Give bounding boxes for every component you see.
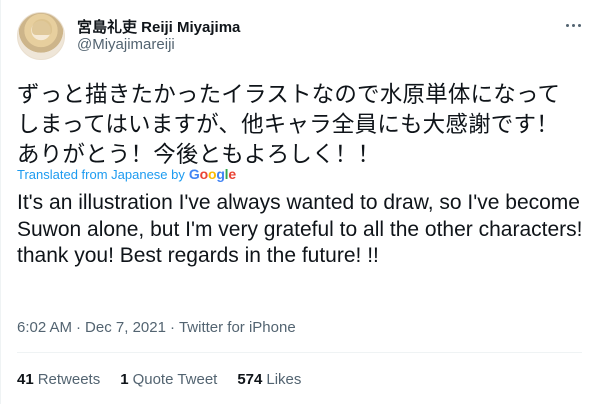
divider	[17, 352, 582, 353]
tweet-stats: 41 Retweets 1 Quote Tweet 574 Likes	[17, 371, 301, 388]
google-logo-letter: e	[228, 166, 236, 182]
avatar[interactable]	[17, 12, 65, 60]
retweets-label: Retweets	[37, 371, 101, 388]
tweet-translation: It's an illustration I've always wanted …	[17, 191, 583, 267]
separator: ·	[169, 319, 175, 336]
google-logo-letter: o	[199, 166, 209, 182]
quote-tweets-stat[interactable]: 1 Quote Tweet	[120, 371, 217, 388]
separator: ·	[76, 319, 82, 336]
more-options-icon[interactable]	[562, 16, 584, 34]
retweets-stat[interactable]: 41 Retweets	[17, 371, 100, 388]
translated-label[interactable]: Translated from Japanese by	[17, 167, 185, 182]
likes-count: 574	[237, 371, 263, 388]
google-logo-letter: g	[216, 166, 225, 182]
tweet-original-text: ずっと描きたかったイラストなので水原単体になって しまってはいますが、他キャラ全…	[17, 82, 561, 168]
author-display-name[interactable]: 宮島礼吏 Reiji Miyajima	[77, 16, 240, 37]
quotes-label: Quote Tweet	[132, 371, 218, 388]
tweet-client[interactable]: Twitter for iPhone	[179, 319, 296, 336]
tweet-card: 宮島礼吏 Reiji Miyajima @Miyajimareiji ずっと描き…	[0, 0, 598, 404]
quotes-count: 1	[120, 371, 129, 388]
author-handle[interactable]: @Miyajimareiji	[77, 36, 175, 53]
tweet-date[interactable]: Dec 7, 2021	[85, 319, 166, 336]
likes-stat[interactable]: 574 Likes	[237, 371, 301, 388]
tweet-time[interactable]: 6:02 AM	[17, 319, 72, 336]
translation-attribution: Translated from Japanese by Google	[17, 166, 236, 182]
likes-label: Likes	[266, 371, 302, 388]
google-logo-letter: G	[188, 166, 200, 182]
google-logo: Google	[189, 166, 236, 182]
retweets-count: 41	[17, 371, 34, 388]
tweet-metadata: 6:02 AM · Dec 7, 2021 · Twitter for iPhone	[17, 319, 296, 336]
